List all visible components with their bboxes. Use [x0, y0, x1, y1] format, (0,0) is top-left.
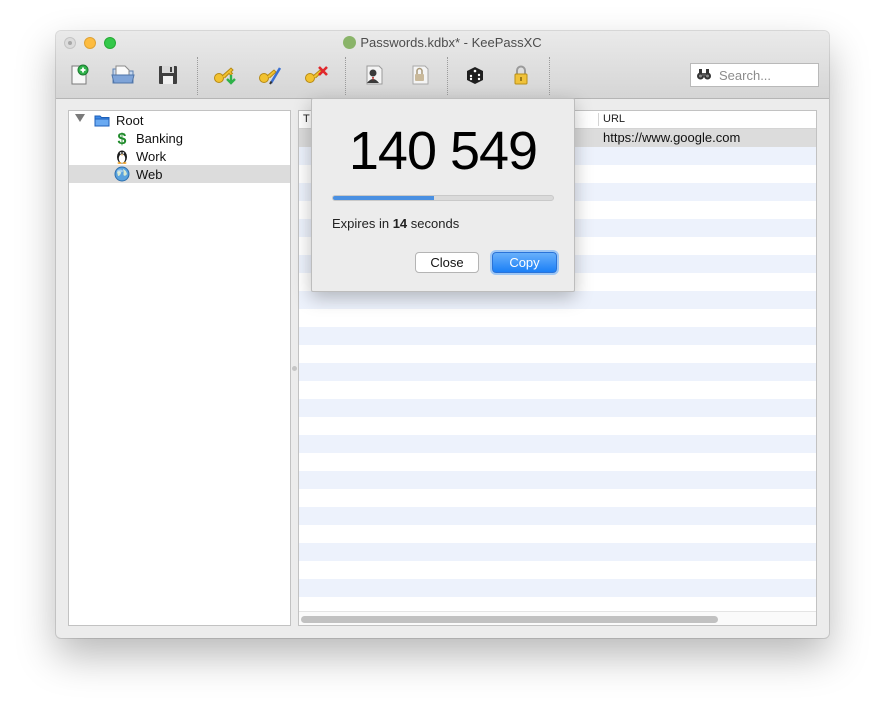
totp-popup: 140 549 Expires in 14 seconds Close Copy [311, 98, 575, 292]
key-delete-icon [305, 66, 328, 83]
entry-url-cell: https://www.google.com [603, 130, 741, 145]
scrollbar-thumb[interactable] [301, 616, 718, 623]
expires-seconds: 14 [392, 216, 408, 231]
window-title-text: Passwords.kdbx* - KeePassXC [360, 35, 542, 50]
window-title: Passwords.kdbx* - KeePassXC [56, 35, 829, 50]
tree-item-label: Web [136, 167, 163, 182]
password-generator-button[interactable] [460, 60, 490, 90]
dollar-icon: $ [114, 130, 130, 148]
toolbar-separator [447, 57, 448, 95]
search-input[interactable] [715, 67, 815, 83]
open-database-button[interactable] [108, 60, 138, 90]
delete-entry-button[interactable] [301, 60, 331, 90]
new-database-button[interactable] [64, 60, 94, 90]
svg-text:$: $ [118, 131, 127, 146]
tree-item-banking[interactable]: $ Banking [69, 129, 290, 148]
expires-suffix: seconds [407, 216, 460, 231]
save-icon [159, 66, 177, 84]
column-separator[interactable] [598, 113, 599, 126]
column-header-title[interactable]: T [303, 113, 310, 125]
keepassxc-logo-icon [343, 36, 357, 49]
totp-code: 140 549 [348, 121, 538, 181]
folder-icon [94, 112, 110, 128]
key-edit-icon [259, 67, 282, 85]
copy-password-icon [412, 65, 429, 85]
penguin-icon [114, 148, 130, 164]
totp-expiry-progress [332, 195, 554, 201]
open-database-icon [111, 65, 135, 84]
pane-splitter-handle[interactable] [292, 366, 297, 371]
globe-icon [114, 166, 130, 182]
expires-prefix: Expires in [332, 216, 393, 231]
tree-item-label: Work [136, 149, 167, 164]
binoculars-search-icon [693, 67, 715, 84]
add-entry-button[interactable] [210, 60, 240, 90]
tree-item-root[interactable]: Root [69, 111, 290, 129]
horizontal-scrollbar[interactable] [299, 611, 816, 625]
totp-progress-fill [333, 196, 435, 200]
toolbar-separator [345, 57, 346, 95]
group-tree[interactable]: Root $ Banking Work Web [68, 110, 291, 626]
column-header-url[interactable]: URL [603, 113, 625, 125]
disclosure-triangle-icon[interactable] [75, 114, 85, 122]
copy-button[interactable]: Copy [492, 252, 557, 273]
tree-item-label: Banking [136, 131, 183, 146]
copy-username-icon [366, 65, 383, 85]
tree-item-work[interactable]: Work [69, 147, 290, 165]
toolbar-separator [549, 57, 550, 95]
key-add-icon [214, 67, 236, 85]
tree-item-label: Root [116, 113, 144, 128]
dice-icon [467, 67, 483, 84]
tree-item-web[interactable]: Web [69, 165, 290, 183]
edit-entry-button[interactable] [255, 60, 285, 90]
totp-expiry-text: Expires in 14 seconds [332, 216, 459, 231]
close-button[interactable]: Close [415, 252, 479, 273]
search-box[interactable] [690, 63, 819, 87]
copy-password-button[interactable] [404, 60, 434, 90]
titlebar: Passwords.kdbx* - KeePassXC [56, 31, 829, 99]
copy-username-button[interactable] [358, 60, 388, 90]
toolbar-separator [197, 57, 198, 95]
new-database-icon [71, 64, 89, 85]
lock-icon [514, 65, 528, 85]
lock-database-button[interactable] [506, 60, 536, 90]
save-database-button[interactable] [153, 60, 183, 90]
